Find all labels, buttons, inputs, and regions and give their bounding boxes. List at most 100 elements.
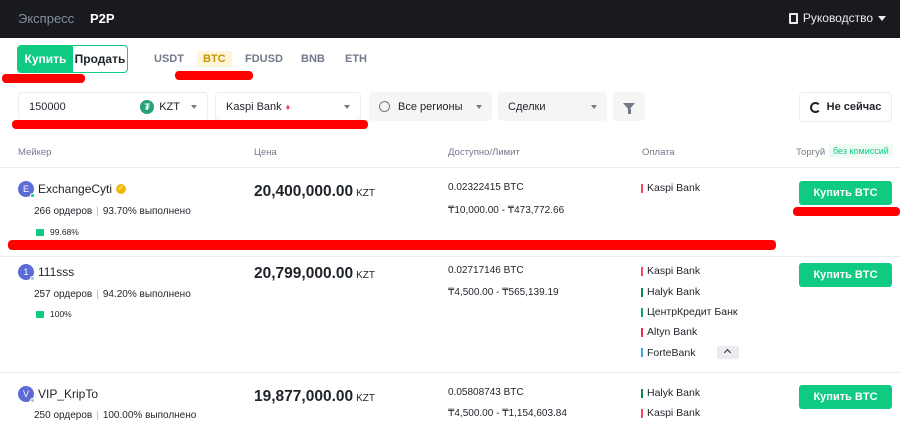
- merchant-stats: 266 ордеров | 93.70% выполнено: [34, 206, 191, 217]
- avatar-initial: V: [22, 389, 29, 399]
- book-icon: [788, 12, 798, 24]
- collapse-icon[interactable]: [717, 346, 740, 359]
- avatar: V: [18, 386, 35, 403]
- annotation-underline: [12, 120, 368, 129]
- rating-value: 99.68%: [50, 227, 79, 237]
- payment-method: Altyn Bank: [641, 326, 697, 338]
- offline-dot: [30, 398, 35, 403]
- buy-sell-toggle: Купить Продать: [17, 45, 128, 73]
- payment-label: Halyk Bank: [647, 387, 701, 399]
- available-amount: 0.02322415 BTC: [448, 182, 524, 193]
- merchant-stats: 250 ордеров | 100.00% выполнено: [34, 410, 197, 421]
- tab-express[interactable]: Экспресс: [18, 11, 74, 26]
- payment-method: Halyk Bank: [641, 286, 700, 298]
- kaspi-color-bar: [641, 408, 643, 418]
- price-value: 19,877,000.00: [254, 388, 354, 405]
- annotation-underline: [793, 207, 900, 216]
- header-maker: Мейкер: [18, 147, 52, 158]
- buy-tab[interactable]: Купить: [18, 46, 73, 72]
- refresh-label: Не сейчас: [826, 101, 882, 113]
- price-currency: KZT: [356, 270, 376, 281]
- rating: 100%: [36, 309, 72, 319]
- refresh-icon: [809, 101, 821, 113]
- trades-filter[interactable]: Сделки: [498, 92, 607, 121]
- price-value: 20,799,000.00: [254, 265, 354, 282]
- chevron-down-icon: [191, 104, 197, 109]
- buy-btc-button[interactable]: Купить BTC: [799, 181, 892, 205]
- payment-label: ЦентрКредит Банк: [647, 306, 738, 318]
- asset-tab-usdt[interactable]: USDT: [154, 53, 184, 65]
- annotation-underline: [2, 74, 85, 83]
- completion-rate: 100.00% выполнено: [102, 410, 197, 421]
- payment-filter[interactable]: Kaspi Bank ♦: [215, 92, 361, 121]
- payment-label: Halyk Bank: [647, 286, 701, 298]
- buy-btc-button[interactable]: Купить BTC: [799, 263, 892, 287]
- halyk-color-bar: [641, 287, 643, 297]
- payment-method: Kaspi Bank: [641, 265, 700, 277]
- region-filter[interactable]: Все регионы: [369, 92, 492, 121]
- payment-method: ForteBank: [641, 346, 740, 359]
- online-dot: [30, 193, 35, 198]
- buy-btc-button[interactable]: Купить BTC: [799, 385, 892, 409]
- orders-count: 250 ордеров: [34, 410, 93, 421]
- completion-rate: 93.70% выполнено: [102, 206, 191, 217]
- amount-filter[interactable]: 150000 ₮ KZT: [18, 92, 208, 121]
- altyn-color-bar: [641, 327, 643, 337]
- available-amount: 0.05808743 BTC: [448, 387, 524, 398]
- available-amount: 0.02717146 BTC: [448, 265, 524, 276]
- price: 20,400,000.00 KZT: [254, 183, 375, 201]
- merchant-name[interactable]: VIP_KripTo: [38, 387, 98, 401]
- payment-label: Kaspi Bank: [647, 182, 701, 194]
- globe-icon: [379, 101, 390, 112]
- payment-label: Kaspi Bank: [647, 265, 701, 277]
- trades-filter-label: Сделки: [508, 100, 546, 113]
- avatar-initial: 1: [23, 267, 29, 277]
- refresh-button[interactable]: Не сейчас: [799, 92, 892, 122]
- price-currency: KZT: [356, 393, 376, 404]
- no-fee-badge: без комиссий: [829, 144, 893, 158]
- forte-color-bar: [641, 348, 643, 357]
- merchant-name[interactable]: 111sss: [38, 265, 74, 279]
- header-price: Цена: [254, 147, 277, 158]
- payment-filter-label: Kaspi Bank: [226, 100, 282, 113]
- rating-value: 100%: [50, 309, 72, 319]
- offline-dot: [30, 276, 35, 281]
- thumbs-up-icon: [36, 310, 44, 318]
- payment-method: Kaspi Bank: [641, 407, 700, 419]
- payment-method: ЦентрКредит Банк: [641, 306, 737, 318]
- asset-tab-eth[interactable]: ETH: [345, 53, 367, 65]
- orders-count: 266 ордеров: [34, 206, 93, 217]
- header-trade: Торгуй: [796, 147, 826, 158]
- payment-label: Kaspi Bank: [647, 407, 701, 419]
- asset-tab-bnb[interactable]: BNB: [301, 53, 325, 65]
- merchant-stats: 257 ордеров | 94.20% выполнено: [34, 289, 191, 300]
- orders-count: 257 ордеров: [34, 289, 93, 300]
- sell-tab[interactable]: Продать: [73, 46, 127, 72]
- merchant-name[interactable]: ExchangeCyti: [38, 182, 112, 196]
- limit-range: ₸4,500.00 - ₸565,139.19: [448, 287, 559, 298]
- chevron-down-icon: [591, 104, 597, 109]
- avatar-initial: E: [22, 184, 29, 194]
- rating: 99.68%: [36, 227, 79, 237]
- payment-label: Altyn Bank: [647, 326, 698, 338]
- limit-range: ₸4,500.00 - ₸1,154,603.84: [448, 408, 567, 419]
- price: 19,877,000.00 KZT: [254, 388, 375, 406]
- asset-tab-fdusd[interactable]: FDUSD: [245, 53, 283, 65]
- tether-icon: ₮: [140, 99, 155, 114]
- divider: [0, 256, 900, 257]
- price-currency: KZT: [356, 188, 376, 199]
- amount-input[interactable]: 150000: [29, 101, 66, 113]
- avatar: 1: [18, 264, 35, 281]
- centrkredit-color-bar: [641, 307, 643, 317]
- filter-button[interactable]: [613, 92, 645, 121]
- tab-p2p[interactable]: P2P: [90, 11, 115, 26]
- thumbs-up-icon: [36, 228, 44, 236]
- chevron-down-icon: [878, 15, 886, 21]
- payment-method: Halyk Bank: [641, 387, 700, 399]
- asset-tab-btc[interactable]: BTC: [197, 51, 232, 67]
- payment-method: Kaspi Bank: [641, 182, 700, 194]
- kaspi-color-bar: [641, 183, 643, 193]
- chevron-down-icon: [476, 104, 482, 109]
- guide-menu[interactable]: Руководство: [788, 11, 886, 25]
- avatar: E: [18, 181, 35, 198]
